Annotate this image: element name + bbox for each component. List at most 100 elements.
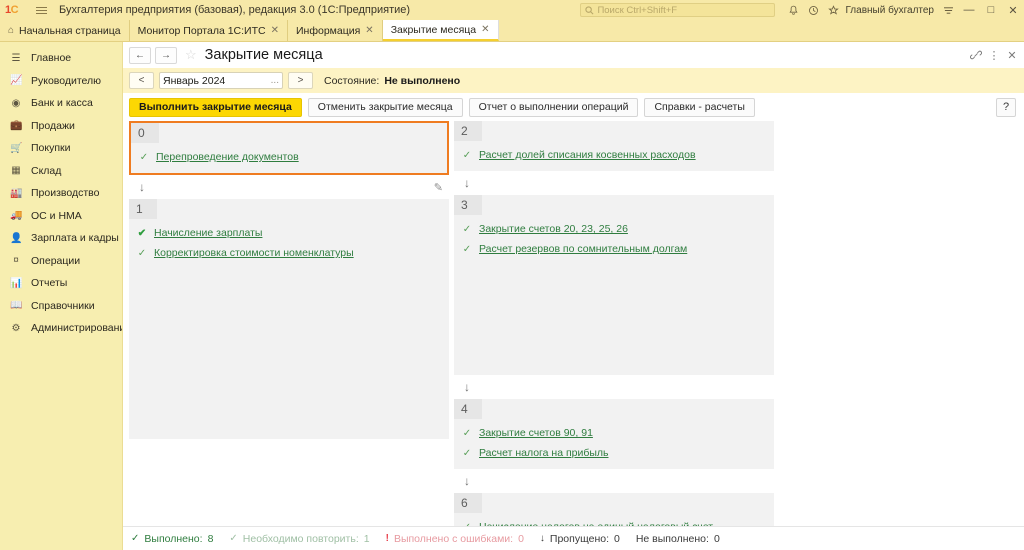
sidebar-item-catalogs[interactable]: 📖 Справочники <box>0 295 122 318</box>
close-window-button[interactable]: ✕ <box>1002 0 1024 20</box>
status-label: Пропущено: <box>550 533 609 545</box>
sidebar-item-label: Руководителю <box>31 75 101 87</box>
closing-steps-board: 0 ✓ Перепроведение документов ↓ ✎ <box>123 121 1024 526</box>
sidebar-item-label: Банк и касса <box>31 97 93 109</box>
task-row[interactable]: ✓ Перепроведение документов <box>131 147 447 167</box>
main-menu-icon[interactable] <box>33 7 49 14</box>
favorites-star-icon[interactable] <box>823 0 843 20</box>
task-row[interactable]: ✓ Закрытие счетов 20, 23, 25, 26 <box>454 219 774 239</box>
application-title: Бухгалтерия предприятия (базовая), редак… <box>59 4 410 16</box>
person-icon: 👤 <box>10 233 22 244</box>
sidebar-item-warehouse[interactable]: ▦ Склад <box>0 160 122 183</box>
period-picker-icon[interactable]: ... <box>271 75 279 86</box>
task-row[interactable]: ✓ Закрытие счетов 90, 91 <box>454 423 774 443</box>
forward-button[interactable]: → <box>155 47 177 64</box>
sidebar-item-label: Склад <box>31 165 61 177</box>
sidebar-item-fixed-assets[interactable]: 🚚 ОС и НМА <box>0 205 122 228</box>
status-completed: ✓ Выполнено: 8 <box>131 533 213 545</box>
history-clock-icon[interactable] <box>803 0 823 20</box>
tab-close-icon[interactable]: ✕ <box>271 25 279 36</box>
notifications-bell-icon[interactable] <box>783 0 803 20</box>
task-row[interactable]: ✓ Начисление налогов на единый налоговый… <box>454 517 774 526</box>
more-options-icon[interactable]: ⋮ <box>986 45 1002 65</box>
minimize-button[interactable]: — <box>958 0 980 20</box>
close-page-icon[interactable]: ✕ <box>1004 45 1020 65</box>
grid-icon: ▦ <box>10 165 22 176</box>
task-row[interactable]: ✓ Расчет долей списания косвенных расход… <box>454 145 774 165</box>
sidebar-item-main[interactable]: ☰ Главное <box>0 47 122 70</box>
task-link[interactable]: Начисление налогов на единый налоговый с… <box>479 521 713 526</box>
status-with-errors: ! Выполнено с ошибками: 0 <box>386 533 524 545</box>
sidebar-item-bank-cash[interactable]: ◉ Банк и касса <box>0 92 122 115</box>
check-icon: ✓ <box>462 224 472 235</box>
check-icon: ✓ <box>131 533 139 544</box>
tab-month-closing[interactable]: Закрытие месяца ✕ <box>383 20 499 41</box>
status-value: 1 <box>364 533 370 545</box>
task-link[interactable]: Расчет долей списания косвенных расходов <box>479 149 696 161</box>
back-button[interactable]: ← <box>129 47 151 64</box>
help-button[interactable]: ? <box>996 98 1016 117</box>
tab-close-icon[interactable]: ✕ <box>481 24 489 35</box>
task-link[interactable]: Расчет налога на прибыль <box>479 447 609 459</box>
search-placeholder: Поиск Ctrl+Shift+F <box>597 5 677 16</box>
task-row[interactable]: ✓ Расчет резервов по сомнительным долгам <box>454 239 774 259</box>
task-row[interactable]: ✓ Корректировка стоимости номенклатуры <box>129 243 449 263</box>
sidebar-item-director[interactable]: 📈 Руководителю <box>0 70 122 93</box>
search-input[interactable]: Поиск Ctrl+Shift+F <box>580 3 775 17</box>
run-month-closing-button[interactable]: Выполнить закрытие месяца <box>129 98 302 117</box>
operations-report-button[interactable]: Отчет о выполнении операций <box>469 98 639 117</box>
briefcase-icon: 💼 <box>10 120 22 131</box>
flow-arrow-row: ↓ <box>454 375 774 399</box>
task-link[interactable]: Закрытие счетов 20, 23, 25, 26 <box>479 223 628 235</box>
trend-up-icon: 📈 <box>10 75 22 86</box>
page-header-actions: ⋮ ✕ <box>968 42 1020 68</box>
step-number: 1 <box>129 199 157 219</box>
page-header: ← → ☆ Закрытие месяца ⋮ ✕ <box>123 42 1024 68</box>
cancel-month-closing-button[interactable]: Отменить закрытие месяца <box>308 98 463 117</box>
sidebar-item-reports[interactable]: 📊 Отчеты <box>0 272 122 295</box>
status-value: 0 <box>518 533 524 545</box>
tab-home[interactable]: ⌂ Начальная страница <box>0 20 130 41</box>
sidebar-item-sales[interactable]: 💼 Продажи <box>0 115 122 138</box>
check-double-icon: ✔ <box>137 228 147 239</box>
window-body: ☰ Главное 📈 Руководителю ◉ Банк и касса … <box>0 42 1024 550</box>
tab-its-monitor[interactable]: Монитор Портала 1С:ИТС ✕ <box>130 20 288 41</box>
tab-close-icon[interactable]: ✕ <box>365 25 373 36</box>
list-icon: ☰ <box>10 53 22 64</box>
task-link[interactable]: Начисление зарплаты <box>154 227 262 239</box>
status-value: 8 <box>208 533 214 545</box>
sidebar-item-administration[interactable]: ⚙ Администрирование <box>0 317 122 340</box>
references-calculations-button[interactable]: Справки - расчеты <box>644 98 754 117</box>
sidebar-item-salary-hr[interactable]: 👤 Зарплата и кадры <box>0 227 122 250</box>
maximize-button[interactable]: □ <box>980 0 1002 20</box>
period-input[interactable]: Январь 2024 ... <box>159 72 283 89</box>
task-link[interactable]: Перепроведение документов <box>156 151 299 163</box>
next-period-button[interactable]: > <box>288 72 313 89</box>
user-menu-icon[interactable] <box>938 0 958 20</box>
task-link[interactable]: Расчет резервов по сомнительным долгам <box>479 243 687 255</box>
sidebar-item-label: Администрирование <box>31 322 123 334</box>
link-icon[interactable] <box>968 45 984 65</box>
content-area: ← → ☆ Закрытие месяца ⋮ ✕ < Январь 2024 … <box>123 42 1024 550</box>
sidebar-item-label: Операции <box>31 255 80 267</box>
task-row[interactable]: ✓ Расчет налога на прибыль <box>454 443 774 463</box>
sidebar-item-operations[interactable]: ¤ Операции <box>0 250 122 273</box>
sidebar-item-purchases[interactable]: 🛒 Покупки <box>0 137 122 160</box>
edit-pencil-icon[interactable]: ✎ <box>434 181 443 194</box>
flow-arrow-row: ↓ <box>454 171 774 195</box>
step-task-list: ✓ Закрытие счетов 90, 91 ✓ Расчет налога… <box>454 419 774 469</box>
period-value: Январь 2024 <box>163 75 225 87</box>
sidebar-item-production[interactable]: 🏭 Производство <box>0 182 122 205</box>
current-user-label[interactable]: Главный бухгалтер <box>845 5 934 16</box>
tab-information[interactable]: Информация ✕ <box>288 20 383 41</box>
logo-1c-icon[interactable]: 1C <box>5 5 31 16</box>
add-favorite-star-icon[interactable]: ☆ <box>185 47 197 63</box>
previous-period-button[interactable]: < <box>129 72 154 89</box>
task-link[interactable]: Закрытие счетов 90, 91 <box>479 427 593 439</box>
task-row[interactable]: ✔ Начисление зарплаты <box>129 223 449 243</box>
tab-label: Монитор Портала 1С:ИТС <box>138 25 266 37</box>
coin-icon: ◉ <box>10 98 22 109</box>
home-icon: ⌂ <box>8 25 14 36</box>
status-label: Необходимо повторить: <box>243 533 359 545</box>
task-link[interactable]: Корректировка стоимости номенклатуры <box>154 247 354 259</box>
